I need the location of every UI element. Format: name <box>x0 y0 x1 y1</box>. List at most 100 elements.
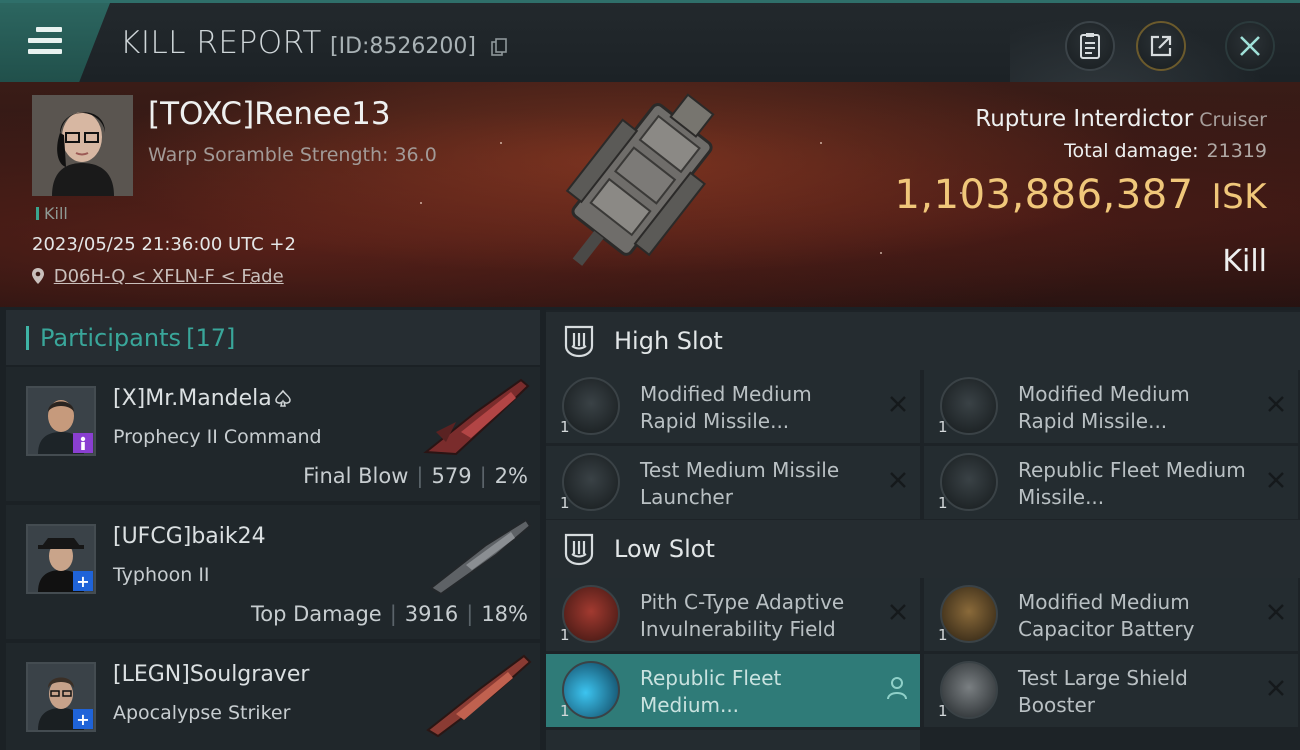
participant-row[interactable]: [X]Mr.Mandela Prophecy II Command Final … <box>6 367 540 501</box>
menu-icon <box>28 27 62 55</box>
share-icon <box>1150 35 1172 57</box>
location-link[interactable]: D06H-Q < XFLN-F < Fade <box>54 266 284 287</box>
participant-avatar[interactable] <box>26 386 96 456</box>
close-button[interactable] <box>1225 21 1275 71</box>
close-icon <box>1240 36 1260 56</box>
module-quantity: 1 <box>560 494 570 512</box>
module-slot[interactable]: 1 Republic Fleet Medium... <box>546 654 920 727</box>
module-slot[interactable]: 1 Modified Medium Rapid Missile... <box>924 370 1298 443</box>
participant-row[interactable]: + [UFCG]baik24 Typhoon II Top Damage | 391… <box>6 505 540 639</box>
participant-stats: Top Damage | 3916 | 18% <box>250 602 528 626</box>
destroyed-x-icon <box>890 396 906 412</box>
module-slot[interactable]: 1 Test Large Shield Booster <box>924 654 1298 727</box>
kill-location[interactable]: D06H-Q < XFLN-F < Fade <box>32 266 284 287</box>
shield-hardener-icon <box>562 585 620 643</box>
spade-icon <box>274 389 291 407</box>
missile-launcher-icon <box>562 453 620 511</box>
module-name: Modified Medium Rapid Missile... <box>640 382 812 433</box>
participant-name[interactable]: [UFCG]baik24 <box>113 524 266 549</box>
copy-icon[interactable] <box>491 38 507 56</box>
participant-damage: 579 <box>431 464 472 488</box>
total-damage-value: 21319 <box>1206 140 1267 162</box>
participants-label: Participants <box>40 323 181 352</box>
participant-ship: Apocalypse Striker <box>113 702 291 724</box>
rapid-missile-launcher-icon <box>562 377 620 435</box>
module-slot[interactable]: 1 Modified Medium Rapid Missile... <box>546 370 920 443</box>
share-button[interactable] <box>1136 21 1186 71</box>
participant-name[interactable]: [X]Mr.Mandela <box>113 386 292 411</box>
module-name: Modified Medium Rapid Missile... <box>1018 382 1190 433</box>
victim-ship-image <box>565 93 715 266</box>
clipboard-button[interactable] <box>1065 21 1115 71</box>
participant-damage: 3916 <box>404 602 459 626</box>
participant-percent: 18% <box>481 602 528 626</box>
module-slot[interactable]: 1 Modified Medium Capacitor Battery <box>924 578 1298 651</box>
high-slot-title: High Slot <box>614 327 723 355</box>
destroyed-x-icon <box>890 604 906 620</box>
module-slot-partial[interactable] <box>546 730 920 750</box>
module-name: Modified Medium Capacitor Battery <box>1018 590 1195 641</box>
participant-avatar[interactable]: + <box>26 662 96 732</box>
participant-ship-image <box>426 654 532 738</box>
location-pin-icon <box>32 268 44 284</box>
participant-avatar[interactable]: + <box>26 524 96 594</box>
isk-unit: ISK <box>1211 177 1267 217</box>
high-slot-header: High Slot <box>546 312 1300 370</box>
clipboard-icon <box>1080 33 1100 59</box>
victim-name[interactable]: [TOXC]Renee13 <box>148 96 391 132</box>
participant-name[interactable]: [LEGN]Soulgraver <box>113 662 309 687</box>
destroyed-x-icon <box>1268 472 1284 488</box>
module-quantity: 1 <box>938 626 948 644</box>
report-id: [ID:8526200] <box>330 34 476 59</box>
total-damage-label: Total damage: <box>1064 140 1199 162</box>
participant-ship-image <box>423 378 530 456</box>
ship-class: Cruiser <box>1199 109 1267 131</box>
module-name: Republic Fleet Medium... <box>640 666 782 717</box>
module-slot[interactable]: 1 Test Medium Missile Launcher <box>546 446 920 519</box>
low-slot-header: Low Slot <box>546 520 1300 578</box>
participants-count: [17] <box>186 323 236 352</box>
corp-badge-icon <box>73 433 93 453</box>
module-name: Test Medium Missile Launcher <box>640 458 840 509</box>
kill-datetime: 2023/05/25 21:36:00 UTC +2 <box>32 234 296 255</box>
module-quantity: 1 <box>560 418 570 436</box>
total-damage: Total damage: 21319 <box>1064 140 1267 162</box>
isk-amount: 1,103,886,387 <box>894 172 1194 218</box>
module-slot[interactable]: 1 Pith C-Type Adaptive Invulnerability F… <box>546 578 920 651</box>
destroyed-x-icon <box>1268 680 1284 696</box>
corp-badge-icon: + <box>73 571 93 591</box>
destroyed-x-icon <box>1268 396 1284 412</box>
destroyed-x-icon <box>890 472 906 488</box>
participant-percent: 2% <box>494 464 528 488</box>
destroyed-x-icon <box>1268 604 1284 620</box>
dropped-person-icon <box>887 677 907 700</box>
module-quantity: 1 <box>938 418 948 436</box>
participants-header: Participants [17] <box>6 310 540 365</box>
participant-ship-image <box>429 518 532 596</box>
module-slot[interactable]: 1 Republic Fleet Medium Missile... <box>924 446 1298 519</box>
low-slot-title: Low Slot <box>614 535 715 563</box>
rapid-missile-launcher-icon <box>940 377 998 435</box>
module-name: Republic Fleet Medium Missile... <box>1018 458 1246 509</box>
high-slot-icon <box>564 325 594 358</box>
victim-portrait[interactable] <box>32 95 133 196</box>
participant-ship: Prophecy II Command <box>113 426 322 448</box>
participant-stats: Final Blow | 579 | 2% <box>303 464 528 488</box>
low-slot-icon <box>564 533 594 566</box>
participants-accent-bar <box>26 325 29 350</box>
victim-ship-type: Rupture Interdictor Cruiser <box>975 106 1267 132</box>
corp-badge-icon: + <box>73 709 93 729</box>
shield-booster-icon <box>940 661 998 719</box>
participant-ship: Typhoon II <box>113 564 210 586</box>
capacitor-battery-icon <box>940 585 998 643</box>
missile-launcher-icon <box>940 453 998 511</box>
module-quantity: 1 <box>938 702 948 720</box>
menu-button[interactable] <box>0 3 110 82</box>
ship-name: Rupture Interdictor <box>975 106 1194 132</box>
module-name: Test Large Shield Booster <box>1018 666 1188 717</box>
participant-role: Top Damage <box>250 602 382 626</box>
participant-row[interactable]: + [LEGN]Soulgraver Apocalypse Striker <box>6 643 540 750</box>
warp-scramble-strength: Warp Soramble Strength: 36.0 <box>148 144 437 166</box>
page-title: KILL REPORT <box>120 25 322 61</box>
participant-name-text: [X]Mr.Mandela <box>113 386 272 411</box>
